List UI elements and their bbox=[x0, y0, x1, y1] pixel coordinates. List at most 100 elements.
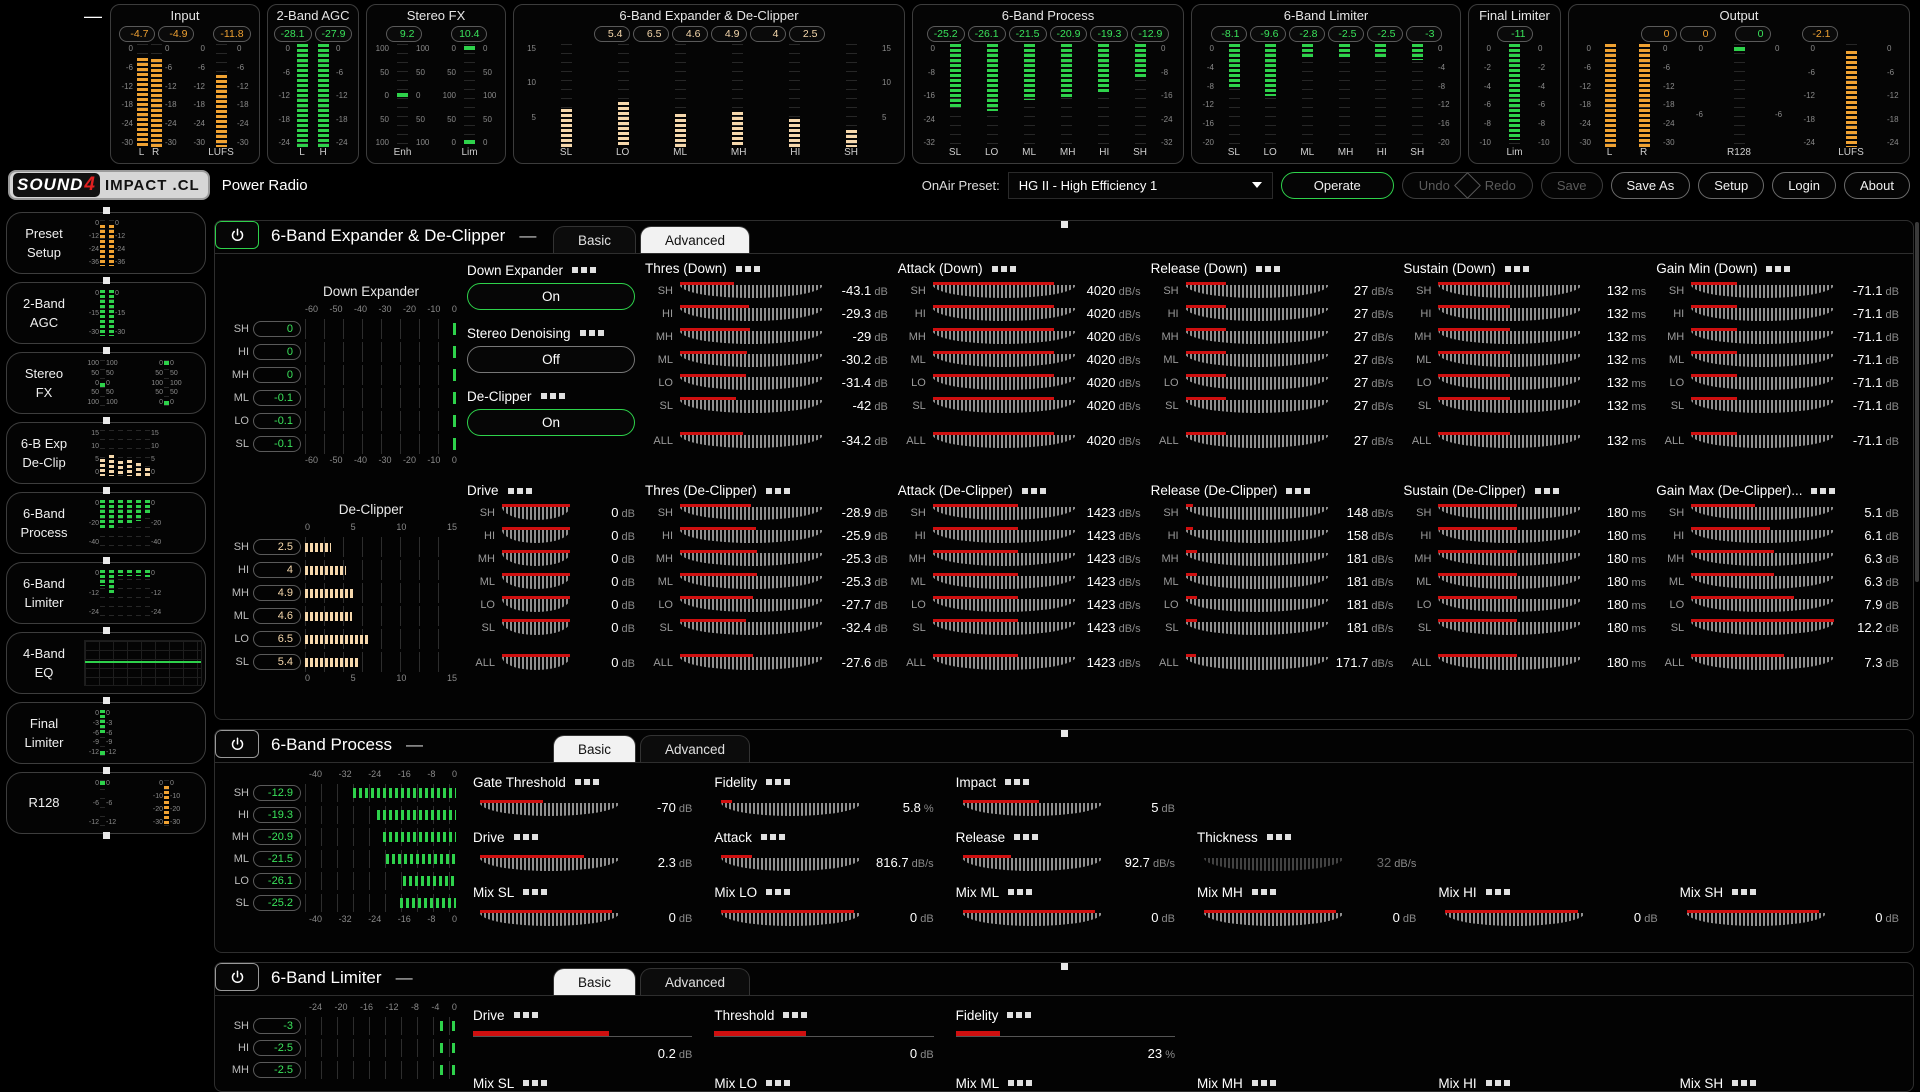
knob-all[interactable] bbox=[1186, 654, 1329, 671]
knob-mix-lo[interactable] bbox=[721, 910, 860, 927]
save-as-button[interactable]: Save As bbox=[1611, 172, 1691, 199]
knob-mh[interactable] bbox=[680, 550, 823, 567]
knob-hi[interactable] bbox=[933, 305, 1076, 322]
knob-ml[interactable] bbox=[1186, 351, 1329, 368]
knob-sl[interactable] bbox=[502, 619, 570, 636]
knob-sl[interactable] bbox=[1438, 619, 1581, 636]
knob-thickness[interactable] bbox=[1204, 855, 1343, 872]
slider-fidelity[interactable] bbox=[956, 1026, 1175, 1042]
tab-limiter-basic[interactable]: Basic bbox=[553, 968, 636, 995]
knob-mh[interactable] bbox=[933, 328, 1076, 345]
knob-mix-ml[interactable] bbox=[963, 910, 1102, 927]
knob-hi[interactable] bbox=[1186, 527, 1329, 544]
knob-hi[interactable] bbox=[1691, 305, 1834, 322]
sidebar-item-stereo-fx[interactable]: StereoFX10050050100100500501000501005000… bbox=[6, 352, 206, 414]
save-button[interactable]: Save bbox=[1541, 172, 1603, 199]
minimize-icon[interactable]: — bbox=[84, 6, 102, 27]
knob-mh[interactable] bbox=[502, 550, 570, 567]
knob-ml[interactable] bbox=[1438, 351, 1581, 368]
tab-process-advanced[interactable]: Advanced bbox=[640, 735, 750, 762]
tab-expander-basic[interactable]: Basic bbox=[553, 226, 636, 253]
knob-mh[interactable] bbox=[1691, 328, 1834, 345]
vertical-scrollbar[interactable] bbox=[1915, 222, 1919, 582]
knob-mh[interactable] bbox=[1438, 550, 1581, 567]
knob-mix-mh[interactable] bbox=[1204, 910, 1343, 927]
knob-mh[interactable] bbox=[933, 550, 1076, 567]
knob-sh[interactable] bbox=[1186, 504, 1329, 521]
knob-hi[interactable] bbox=[1438, 305, 1581, 322]
knob-sl[interactable] bbox=[933, 397, 1076, 414]
knob-mix-hi[interactable] bbox=[1445, 910, 1584, 927]
knob-fidelity[interactable] bbox=[721, 800, 860, 817]
knob-sh[interactable] bbox=[680, 504, 823, 521]
knob-all[interactable] bbox=[680, 654, 823, 671]
toggle-down-expander[interactable]: On bbox=[467, 283, 635, 310]
knob-ml[interactable] bbox=[1186, 573, 1329, 590]
knob-sl[interactable] bbox=[680, 619, 823, 636]
knob-drive[interactable] bbox=[480, 855, 619, 872]
knob-hi[interactable] bbox=[1438, 527, 1581, 544]
knob-lo[interactable] bbox=[1438, 374, 1581, 391]
knob-ml[interactable] bbox=[1438, 573, 1581, 590]
knob-hi[interactable] bbox=[680, 527, 823, 544]
knob-sh[interactable] bbox=[680, 282, 823, 299]
knob-lo[interactable] bbox=[502, 596, 570, 613]
slider-drive[interactable] bbox=[473, 1026, 692, 1042]
login-button[interactable]: Login bbox=[1772, 172, 1836, 199]
knob-sh[interactable] bbox=[502, 504, 570, 521]
slider-threshold[interactable] bbox=[714, 1026, 933, 1042]
knob-sl[interactable] bbox=[1691, 619, 1834, 636]
about-button[interactable]: About bbox=[1844, 172, 1910, 199]
sidebar-item-4-band-eq[interactable]: 4-BandEQ bbox=[6, 632, 206, 694]
onair-preset-select[interactable]: HG II - High Efficiency 1 bbox=[1008, 172, 1273, 199]
knob-sh[interactable] bbox=[1438, 504, 1581, 521]
knob-gate-threshold[interactable] bbox=[480, 800, 619, 817]
knob-hi[interactable] bbox=[680, 305, 823, 322]
knob-attack[interactable] bbox=[721, 855, 860, 872]
sidebar-item-preset-setup[interactable]: PresetSetup0-12-24-360-12-24-36 bbox=[6, 212, 206, 274]
operate-button[interactable]: Operate bbox=[1281, 172, 1394, 199]
knob-hi[interactable] bbox=[1691, 527, 1834, 544]
knob-all[interactable] bbox=[680, 432, 823, 449]
power-button[interactable] bbox=[215, 221, 259, 249]
knob-mix-sl[interactable] bbox=[480, 910, 619, 927]
knob-all[interactable] bbox=[1691, 654, 1834, 671]
setup-button[interactable]: Setup bbox=[1698, 172, 1764, 199]
knob-lo[interactable] bbox=[1691, 374, 1834, 391]
knob-ml[interactable] bbox=[502, 573, 570, 590]
knob-sh[interactable] bbox=[933, 504, 1076, 521]
knob-sl[interactable] bbox=[680, 397, 823, 414]
knob-ml[interactable] bbox=[933, 573, 1076, 590]
tab-limiter-advanced[interactable]: Advanced bbox=[640, 968, 750, 995]
toggle-stereo-denoising[interactable]: Off bbox=[467, 346, 635, 373]
knob-mh[interactable] bbox=[680, 328, 823, 345]
knob-mix-sh[interactable] bbox=[1687, 910, 1826, 927]
tab-process-basic[interactable]: Basic bbox=[553, 735, 636, 762]
sidebar-item-6-band-process[interactable]: 6-BandProcess0-20-400-20-40 bbox=[6, 492, 206, 554]
knob-mh[interactable] bbox=[1691, 550, 1834, 567]
knob-lo[interactable] bbox=[1186, 596, 1329, 613]
knob-sl[interactable] bbox=[1691, 397, 1834, 414]
sidebar-item-6-b-exp-de-clip[interactable]: 6-B ExpDe-Clip151050151050 bbox=[6, 422, 206, 484]
power-button[interactable] bbox=[215, 730, 259, 758]
sidebar-item-6-band-limiter[interactable]: 6-BandLimiter0-12-240-12-24 bbox=[6, 562, 206, 624]
knob-lo[interactable] bbox=[933, 374, 1076, 391]
knob-sh[interactable] bbox=[1691, 282, 1834, 299]
knob-ml[interactable] bbox=[1691, 573, 1834, 590]
sidebar-item-r128[interactable]: R1280-6-120-6-120-10-20-300-10-20-30 bbox=[6, 772, 206, 834]
tab-expander-advanced[interactable]: Advanced bbox=[640, 226, 750, 253]
knob-all[interactable] bbox=[1691, 432, 1834, 449]
knob-lo[interactable] bbox=[680, 596, 823, 613]
knob-sh[interactable] bbox=[1186, 282, 1329, 299]
knob-all[interactable] bbox=[1438, 432, 1581, 449]
knob-sl[interactable] bbox=[1186, 619, 1329, 636]
knob-lo[interactable] bbox=[933, 596, 1076, 613]
knob-sh[interactable] bbox=[1438, 282, 1581, 299]
knob-ml[interactable] bbox=[1691, 351, 1834, 368]
knob-sl[interactable] bbox=[1438, 397, 1581, 414]
knob-ml[interactable] bbox=[933, 351, 1076, 368]
knob-lo[interactable] bbox=[1438, 596, 1581, 613]
knob-mh[interactable] bbox=[1186, 328, 1329, 345]
knob-sh[interactable] bbox=[1691, 504, 1834, 521]
knob-mh[interactable] bbox=[1186, 550, 1329, 567]
